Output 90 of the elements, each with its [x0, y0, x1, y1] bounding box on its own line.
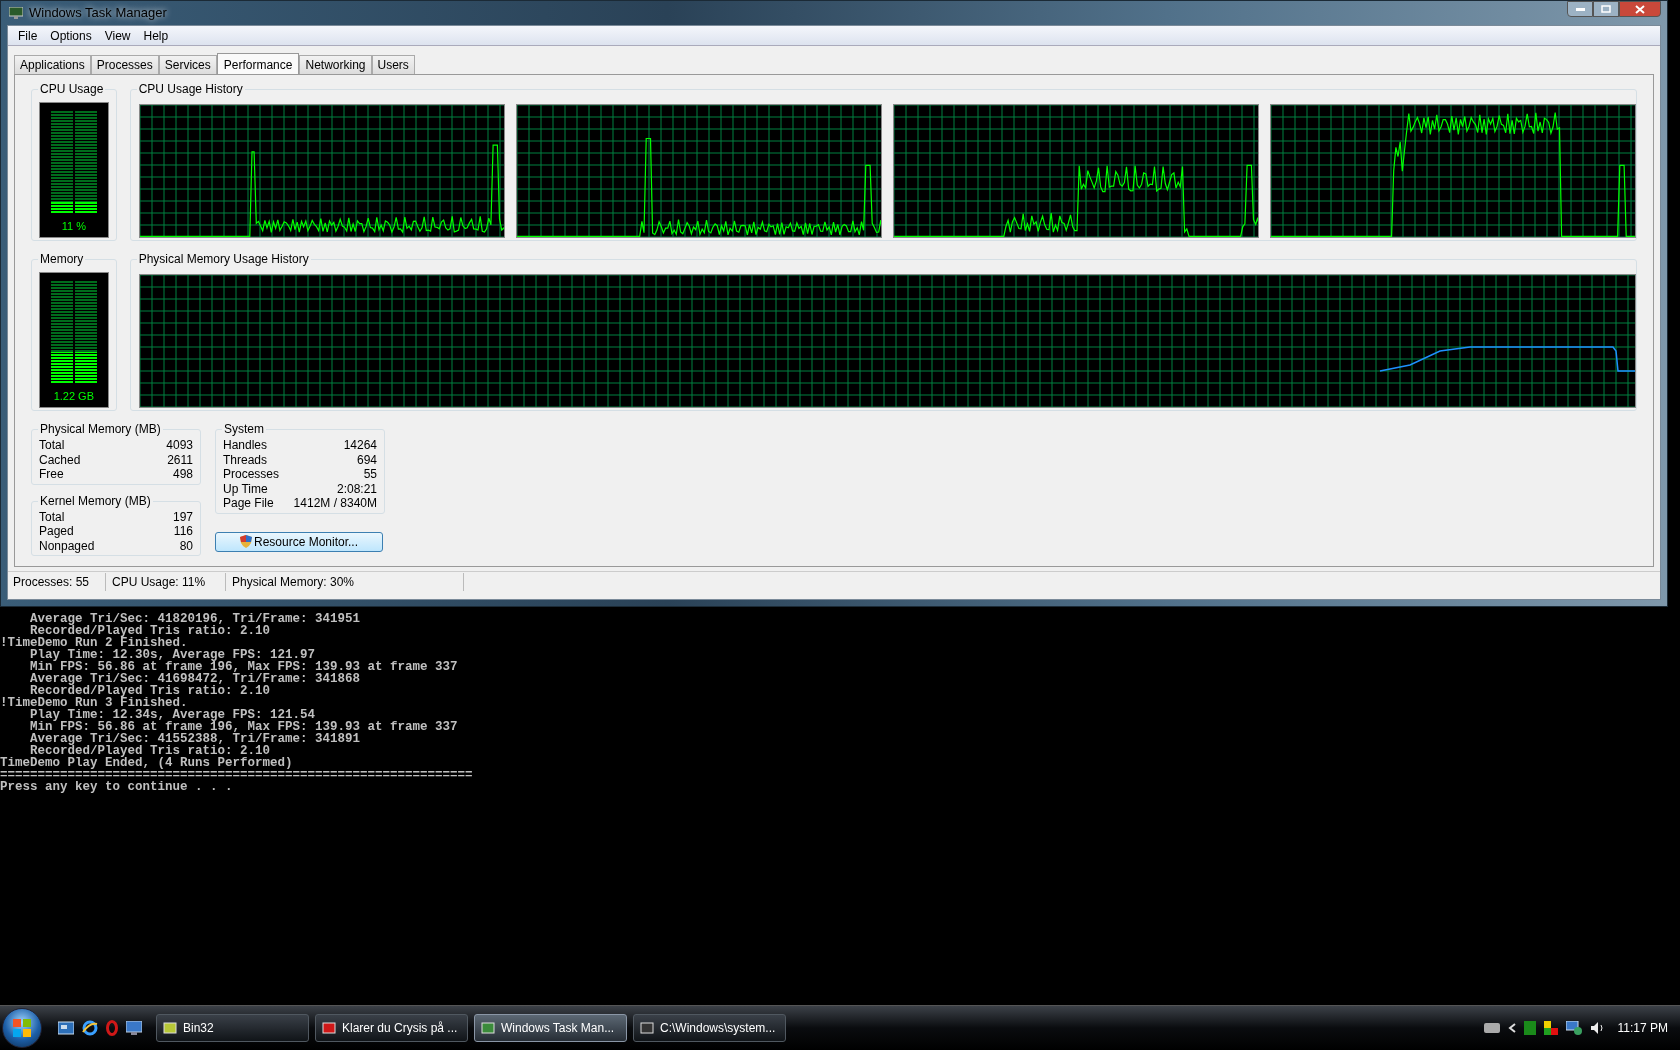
- window-icon: [640, 1021, 654, 1035]
- console-line: Min FPS: 56.86 at frame 196, Max FPS: 139.93 at frame 337: [29, 721, 459, 733]
- taskbar-window-button[interactable]: Klarer du Crysis på ...: [315, 1014, 468, 1042]
- monitor-icon[interactable]: [126, 1021, 142, 1035]
- status-cpu: CPU Usage: 11%: [106, 573, 226, 591]
- meter-icon[interactable]: [1523, 1021, 1536, 1035]
- group-title: System: [222, 422, 266, 436]
- group-title: Kernel Memory (MB): [38, 493, 153, 508]
- taskbar-window-button[interactable]: C:\Windows\system...: [633, 1014, 786, 1042]
- stat-value: 498: [172, 467, 193, 482]
- keyboard-icon[interactable]: [1483, 1023, 1500, 1033]
- tab[interactable]: Networking: [299, 55, 372, 74]
- maximize-button[interactable]: [1593, 1, 1619, 17]
- group-title: Physical Memory Usage History: [136, 252, 311, 266]
- minimize-icon: [1575, 7, 1585, 11]
- group-title: Memory: [38, 252, 86, 266]
- taskbar-window-button[interactable]: Bin32: [156, 1014, 309, 1042]
- console-line: Recorded/Played Tris ratio: 2.10: [30, 745, 271, 757]
- window-title: Windows Task Manager: [29, 4, 167, 23]
- stat-value: 4093: [166, 438, 193, 453]
- o-logo-icon[interactable]: [106, 1020, 118, 1036]
- resource-monitor-button[interactable]: Resource Monitor...: [215, 531, 383, 552]
- stat-label: Total: [39, 509, 65, 524]
- window-icon: [163, 1021, 177, 1035]
- stat-label: Threads: [223, 452, 268, 467]
- console-line: Press any key to continue . . .: [0, 781, 234, 793]
- windows-logo-icon: [13, 1019, 31, 1037]
- stat-value: 2611: [167, 452, 193, 467]
- window-icon: [322, 1021, 336, 1035]
- speaker-icon[interactable]: [1589, 1021, 1606, 1035]
- clock[interactable]: 11:17 PM: [1617, 1019, 1668, 1037]
- console-line: Average Tri/Sec: 41820196, Tri/Frame: 341951: [29, 613, 362, 625]
- status-processes: Processes: 55: [8, 573, 106, 591]
- stat-value: 1412M / 8340M: [293, 496, 377, 511]
- console-line: Average Tri/Sec: 41552388, Tri/Frame: 341891: [29, 733, 362, 745]
- stat-value: 14264: [343, 438, 377, 453]
- console-line: Min FPS: 56.86 at frame 196, Max FPS: 139.93 at frame 337: [29, 661, 459, 673]
- stat-label: Up Time: [223, 481, 268, 496]
- tab[interactable]: Services: [158, 55, 217, 74]
- console-line: !TimeDemo Run 2 Finished.: [0, 637, 188, 649]
- console-line: !TimeDemo Run 3 Finished.: [0, 697, 188, 709]
- group-title: CPU Usage History: [136, 82, 245, 96]
- squares-icon[interactable]: [1543, 1021, 1558, 1035]
- status-memory: Physical Memory: 30%: [226, 573, 464, 591]
- desktop-icon[interactable]: [58, 1021, 74, 1035]
- maximize-icon: [1601, 5, 1611, 13]
- start-button[interactable]: [2, 1008, 42, 1048]
- tab[interactable]: Performance: [216, 53, 300, 75]
- console-line: Recorded/Played Tris ratio: 2.10: [30, 685, 272, 697]
- close-icon: [1635, 4, 1645, 14]
- stat-value: 197: [172, 509, 193, 524]
- menu-item[interactable]: Options: [44, 26, 98, 45]
- chevron-left-icon[interactable]: [1507, 1023, 1516, 1033]
- stat-value: 2:08:21: [336, 481, 377, 496]
- shield-icon: [239, 535, 252, 548]
- stat-value: 116: [173, 524, 193, 539]
- tab[interactable]: Applications: [14, 55, 91, 74]
- stat-value: 55: [363, 467, 377, 482]
- gauge-reading: 1.22 GB: [53, 389, 94, 404]
- stat-value: 80: [179, 538, 193, 553]
- monitor-icon: [9, 7, 23, 19]
- close-button[interactable]: [1619, 1, 1661, 17]
- console-line: ===============================================================: [0, 769, 474, 781]
- console-line: TimeDemo Play Ended, (4 Runs Performed): [0, 757, 294, 769]
- console-line: Play Time: 12.30s, Average FPS: 121.97: [29, 649, 316, 661]
- browser-icon[interactable]: [82, 1020, 98, 1036]
- minimize-button[interactable]: [1567, 1, 1593, 17]
- stat-label: Page File: [223, 496, 274, 511]
- gauge-reading: 11 %: [61, 219, 86, 234]
- group-title: Physical Memory (MB): [38, 422, 163, 436]
- stat-label: Processes: [223, 467, 280, 482]
- stat-label: Cached: [39, 452, 81, 467]
- window-icon: [481, 1021, 495, 1035]
- stat-label: Paged: [39, 524, 74, 539]
- stat-label: Total: [39, 438, 65, 453]
- tab[interactable]: Processes: [90, 55, 159, 74]
- console-line: Average Tri/Sec: 41698472, Tri/Frame: 341868: [29, 673, 362, 685]
- menu-item[interactable]: Help: [137, 26, 175, 45]
- stat-value: 694: [356, 452, 377, 467]
- console-line: Recorded/Played Tris ratio: 2.10: [30, 625, 272, 637]
- group-title: CPU Usage: [38, 82, 106, 96]
- stat-label: Nonpaged: [39, 538, 95, 553]
- network-icon[interactable]: [1565, 1021, 1582, 1035]
- tab[interactable]: Users: [371, 55, 415, 74]
- menu-item[interactable]: File: [12, 26, 44, 45]
- menu-item[interactable]: View: [98, 26, 137, 45]
- stat-label: Handles: [223, 438, 268, 453]
- console-line: Play Time: 12.34s, Average FPS: 121.54: [29, 709, 316, 721]
- taskbar-window-button[interactable]: Windows Task Man...: [474, 1014, 627, 1042]
- stat-label: Free: [39, 467, 64, 482]
